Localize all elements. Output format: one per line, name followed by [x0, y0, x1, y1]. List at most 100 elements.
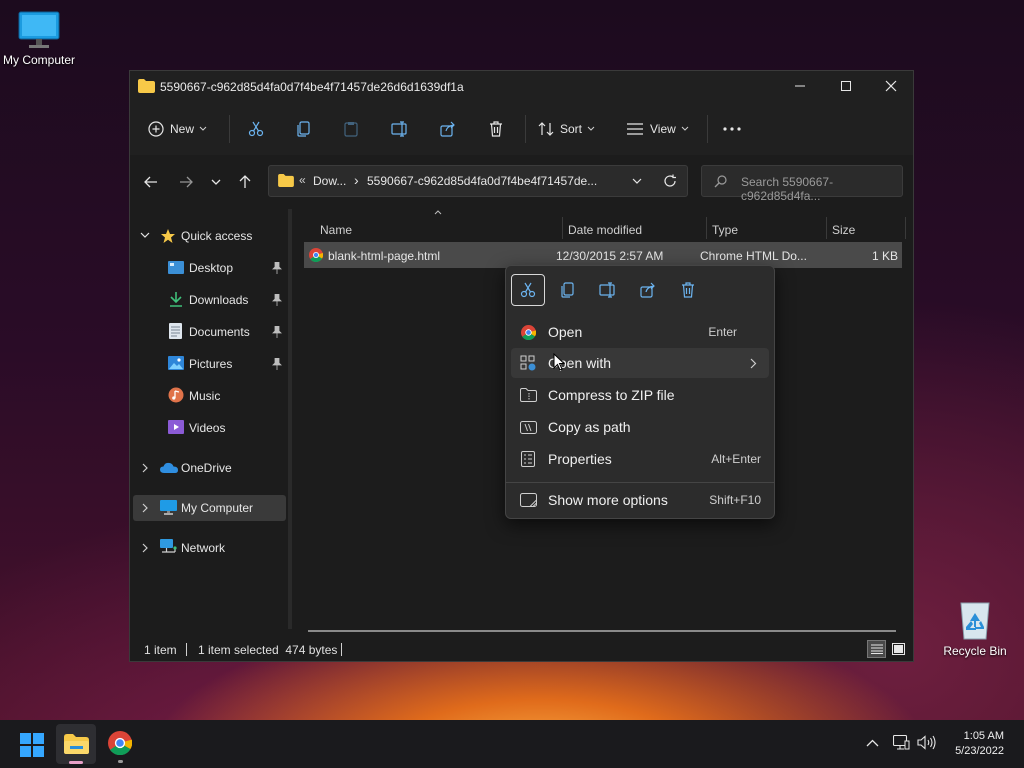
chevron-down-icon[interactable]	[140, 232, 150, 239]
column-separator[interactable]	[562, 217, 563, 239]
context-rename-button[interactable]	[591, 274, 625, 306]
download-arrow-icon	[168, 291, 184, 307]
chevron-right-icon[interactable]	[142, 463, 149, 473]
minimize-button[interactable]	[777, 71, 823, 101]
sidebar-item-onedrive[interactable]: OneDrive	[130, 455, 286, 481]
close-button[interactable]	[868, 71, 914, 101]
column-header-type[interactable]: Type	[712, 223, 738, 237]
running-indicator	[118, 760, 123, 763]
forward-button[interactable]	[176, 173, 196, 191]
trash-icon	[488, 121, 504, 137]
context-cut-button[interactable]	[511, 274, 545, 306]
music-icon	[168, 387, 184, 403]
context-item-label: Properties	[548, 451, 612, 467]
status-selection: 1 item selected 474 bytes	[198, 643, 338, 657]
mouse-cursor-icon	[553, 353, 565, 371]
up-button[interactable]	[235, 173, 255, 191]
toolbar-separator	[229, 115, 230, 143]
context-share-button[interactable]	[631, 274, 665, 306]
search-input[interactable]: Search 5590667-c962d85d4fa...	[701, 165, 903, 203]
horizontal-scrollbar[interactable]	[308, 630, 896, 632]
delete-button[interactable]	[482, 115, 510, 143]
view-button[interactable]: View	[626, 115, 694, 143]
clock[interactable]: 1:05 AM 5/23/2022	[955, 729, 1004, 759]
taskbar-chrome[interactable]	[108, 731, 132, 763]
toolbar-separator	[707, 115, 708, 143]
paste-button[interactable]	[337, 115, 365, 143]
address-bar[interactable]: « Dow... › 5590667-c962d85d4fa0d7f4be4f7…	[268, 165, 688, 197]
desktop-icon-my-computer[interactable]: My Computer	[0, 10, 81, 67]
title-bar[interactable]: 5590667-c962d85d4fa0d7f4be4f71457de26d6d…	[130, 71, 913, 103]
chevron-right-icon[interactable]	[142, 503, 149, 513]
recent-locations-button[interactable]	[206, 173, 226, 191]
sidebar-item-label: OneDrive	[181, 461, 232, 475]
sidebar-item-desktop[interactable]: Desktop	[130, 255, 286, 281]
chrome-icon	[511, 324, 545, 340]
context-item-copy-as-path[interactable]: Copy as path	[511, 412, 769, 442]
sidebar-item-music[interactable]: Music	[130, 383, 286, 409]
sidebar-item-network[interactable]: Network	[130, 535, 286, 561]
more-options-button[interactable]	[718, 115, 746, 143]
desktop-icon-recycle-bin[interactable]: Recycle Bin	[933, 597, 1017, 658]
chevron-down-icon[interactable]	[632, 178, 642, 185]
breadcrumb-downloads[interactable]: Dow...	[313, 174, 346, 188]
chevron-right-icon[interactable]	[142, 543, 149, 553]
column-separator[interactable]	[826, 217, 827, 239]
pin-icon	[272, 358, 282, 370]
details-view-button[interactable]	[867, 640, 886, 658]
sidebar-item-my-computer[interactable]: My Computer	[133, 495, 286, 521]
zip-folder-icon	[511, 388, 545, 402]
column-separator[interactable]	[905, 217, 906, 239]
context-item-show-more-options[interactable]: Show more options Shift+F10	[511, 485, 769, 515]
show-hidden-icons-button[interactable]	[866, 739, 879, 747]
rename-icon	[599, 282, 617, 298]
context-item-open-with[interactable]: Open with	[511, 348, 769, 378]
new-button[interactable]: New	[148, 115, 216, 143]
rename-button[interactable]	[386, 115, 414, 143]
plus-circle-icon	[148, 121, 164, 137]
sidebar-item-downloads[interactable]: Downloads	[130, 287, 286, 313]
monitor-icon	[160, 500, 177, 515]
shortcut-text: Alt+Enter	[711, 452, 761, 466]
share-button[interactable]	[434, 115, 462, 143]
volume-icon[interactable]	[917, 735, 936, 750]
sidebar-item-videos[interactable]: Videos	[130, 415, 286, 441]
context-copy-button[interactable]	[551, 274, 585, 306]
sidebar-item-label: Downloads	[189, 293, 249, 307]
refresh-icon[interactable]	[663, 174, 677, 188]
breadcrumb-current-folder[interactable]: 5590667-c962d85d4fa0d7f4be4f71457de...	[367, 174, 597, 188]
sidebar-item-documents[interactable]: Documents	[130, 319, 286, 345]
rename-icon	[391, 121, 409, 137]
cut-button[interactable]	[242, 115, 270, 143]
trash-icon	[680, 282, 696, 298]
network-icon	[160, 539, 177, 555]
back-button[interactable]	[141, 173, 161, 191]
sort-button[interactable]: Sort	[538, 115, 602, 143]
ellipsis-icon	[723, 127, 741, 131]
taskbar-file-explorer[interactable]	[56, 724, 96, 764]
desktop-icon	[168, 261, 184, 274]
context-item-open[interactable]: Open Enter	[511, 317, 769, 347]
column-separator[interactable]	[706, 217, 707, 239]
copy-button[interactable]	[290, 115, 318, 143]
desktop-icon-label: My Computer	[2, 53, 76, 67]
navigation-bar: « Dow... › 5590667-c962d85d4fa0d7f4be4f7…	[130, 155, 913, 209]
context-item-properties[interactable]: Properties Alt+Enter	[511, 444, 769, 474]
sidebar-item-pictures[interactable]: Pictures	[130, 351, 286, 377]
maximize-button[interactable]	[823, 71, 869, 101]
file-date-modified: 12/30/2015 2:57 AM	[556, 249, 664, 263]
start-button[interactable]	[20, 733, 44, 757]
navigation-pane: Quick access Desktop Downloads Documents…	[130, 209, 288, 629]
column-header-date-modified[interactable]: Date modified	[568, 223, 642, 237]
context-item-compress-zip[interactable]: Compress to ZIP file	[511, 380, 769, 410]
column-header-name[interactable]: Name	[320, 223, 352, 237]
context-menu: Open Enter Open with Compress to ZIP fil…	[505, 265, 775, 519]
context-delete-button[interactable]	[671, 274, 705, 306]
sidebar-item-label: Pictures	[189, 357, 233, 371]
network-tray-icon[interactable]	[893, 735, 910, 750]
large-icons-view-button[interactable]	[890, 641, 906, 657]
context-item-label: Open	[548, 324, 583, 340]
sidebar-item-quick-access[interactable]: Quick access	[130, 223, 286, 249]
column-header-size[interactable]: Size	[832, 223, 855, 237]
overflow-chevron[interactable]: «	[299, 173, 306, 187]
